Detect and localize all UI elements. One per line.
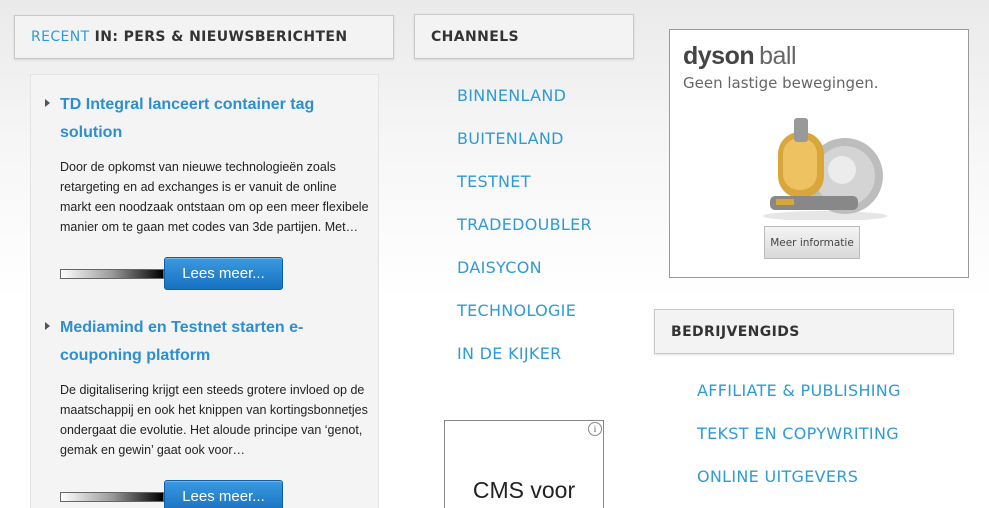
dyson-advertisement[interactable]: dyson ball Geen lastige bewegingen. Meer … bbox=[669, 29, 969, 278]
recent-category-label: IN: PERS & NIEUWSBERICHTEN bbox=[94, 29, 348, 45]
article-title-link[interactable]: Mediamind en Testnet starten e-couponing… bbox=[60, 314, 330, 370]
channel-link-in-de-kijker[interactable]: IN DE KIJKER bbox=[457, 344, 592, 387]
cms-advertisement[interactable]: i CMS voor bbox=[444, 420, 604, 508]
read-more-button[interactable]: Lees meer... bbox=[164, 257, 283, 290]
bedrijvengids-list: AFFILIATE & PUBLISHING TEKST EN COPYWRIT… bbox=[697, 381, 901, 508]
gradient-bar bbox=[60, 492, 164, 502]
channel-link-tradedoubler[interactable]: TRADEDOUBLER bbox=[457, 215, 592, 258]
gids-link-tekst-copywriting[interactable]: TEKST EN COPYWRITING bbox=[697, 424, 901, 467]
channel-link-testnet[interactable]: TESTNET bbox=[457, 172, 592, 215]
recent-label: RECENT bbox=[31, 29, 90, 45]
dyson-tagline: Geen lastige bewegingen. bbox=[683, 74, 879, 92]
gids-link-affiliate-publishing[interactable]: AFFILIATE & PUBLISHING bbox=[697, 381, 901, 424]
channel-link-technologie[interactable]: TECHNOLOGIE bbox=[457, 301, 592, 344]
article-excerpt: De digitalisering krijgt een steeds grot… bbox=[60, 383, 368, 457]
bedrijvengids-header: BEDRIJVENGIDS bbox=[654, 309, 954, 354]
read-more-button[interactable]: Lees meer... bbox=[164, 480, 283, 508]
bullet-arrow-icon bbox=[45, 322, 50, 330]
channel-link-buitenland[interactable]: BUITENLAND bbox=[457, 129, 592, 172]
channels-list: BINNENLAND BUITENLAND TESTNET TRADEDOUBL… bbox=[457, 86, 592, 387]
news-panel: TD Integral lanceert container tag solut… bbox=[30, 74, 379, 508]
channel-link-daisycon[interactable]: DAISYCON bbox=[457, 258, 592, 301]
gids-link-online-uitgevers[interactable]: ONLINE UITGEVERS bbox=[697, 467, 901, 508]
vacuum-cleaner-image bbox=[763, 118, 887, 220]
article-excerpt: Door de opkomst van nieuwe technologieën… bbox=[60, 160, 369, 234]
dyson-brand: dyson bbox=[683, 42, 755, 70]
cms-ad-title: CMS voor bbox=[472, 477, 576, 503]
dyson-logo: dyson ball bbox=[683, 42, 797, 71]
info-icon[interactable]: i bbox=[588, 422, 602, 436]
article-title-link[interactable]: TD Integral lanceert container tag solut… bbox=[60, 91, 330, 147]
more-info-button[interactable]: Meer informatie bbox=[764, 226, 860, 259]
channels-header: CHANNELS bbox=[414, 14, 634, 59]
recent-news-header: RECENT IN: PERS & NIEUWSBERICHTEN bbox=[14, 15, 394, 59]
bedrijvengids-title: BEDRIJVENGIDS bbox=[671, 323, 800, 340]
bullet-arrow-icon bbox=[45, 99, 50, 107]
dyson-product: ball bbox=[759, 42, 797, 70]
gradient-bar bbox=[60, 269, 164, 279]
channels-title: CHANNELS bbox=[431, 28, 520, 45]
channel-link-binnenland[interactable]: BINNENLAND bbox=[457, 86, 592, 129]
